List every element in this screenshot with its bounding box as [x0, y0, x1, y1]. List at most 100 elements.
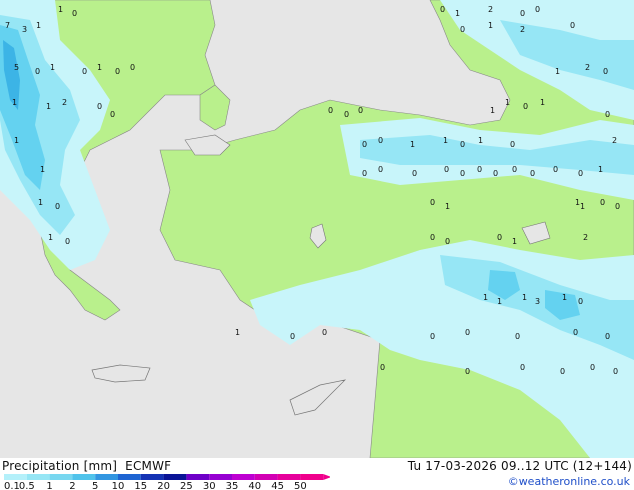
grid-value: 0 [603, 67, 608, 76]
grid-value: 1 [522, 293, 527, 302]
footer-bar: Precipitation [mm] ECMWF Tu 17-03-2026 09… [0, 458, 634, 490]
grid-value: 1 [235, 328, 240, 337]
grid-value: 2 [62, 98, 67, 107]
legend-tick-label: 20 [157, 481, 170, 490]
legend-swatch [72, 474, 96, 480]
grid-value: 1 [562, 293, 567, 302]
grid-value: 0 [460, 169, 465, 178]
grid-value: 2 [520, 25, 525, 34]
grid-value: 1 [46, 102, 51, 111]
grid-value: 0 [362, 169, 367, 178]
grid-value: 0 [130, 63, 135, 72]
grid-value: 1 [598, 165, 603, 174]
grid-value: 0 [605, 332, 610, 341]
model-label: ECMWF [125, 459, 172, 473]
grid-value: 0 [605, 110, 610, 119]
legend-tick-label: 15 [134, 481, 147, 490]
grid-value: 0 [55, 202, 60, 211]
grid-value: 1 [50, 63, 55, 72]
legend-tick-label: 5 [92, 481, 98, 490]
grid-value: 0 [530, 169, 535, 178]
grid-value: 0 [430, 198, 435, 207]
grid-value: 0 [600, 198, 605, 207]
grid-value: 0 [460, 140, 465, 149]
grid-value: 7 [5, 21, 10, 30]
grid-value: 1 [97, 63, 102, 72]
grid-value: 0 [115, 67, 120, 76]
grid-value: 1 [443, 136, 448, 145]
grid-value: 0 [412, 169, 417, 178]
grid-value: 1 [36, 21, 41, 30]
grid-value: 1 [12, 98, 17, 107]
grid-value: 0 [82, 67, 87, 76]
legend-swatch [209, 474, 232, 480]
legend-tick-label: 0.1 [4, 481, 20, 490]
grid-value: 1 [38, 198, 43, 207]
grid-value: 1 [490, 106, 495, 115]
map-canvas: 1 0 0 1 2 0 07 3 1 0 1 2 05 0 1 0 1 0 0 1 2 01 1 2 0 1 0 10 0 00 1 01 0 0… [0, 0, 634, 458]
grid-value: 1 [505, 98, 510, 107]
grid-value: 1 [455, 9, 460, 18]
grid-value: 1 [540, 98, 545, 107]
grid-value: 3 [535, 297, 540, 306]
grid-value: 0 [520, 363, 525, 372]
grid-value: 2 [585, 63, 590, 72]
grid-value: 1 [410, 140, 415, 149]
grid-value: 1 [497, 297, 502, 306]
grid-value: 0 [493, 169, 498, 178]
legend-swatch [232, 474, 255, 480]
grid-value: 3 [22, 25, 27, 34]
legend-swatch [26, 474, 50, 480]
legend-swatch [49, 474, 73, 480]
grid-value: 0 [465, 367, 470, 376]
legend-tick-label: 10 [112, 481, 125, 490]
grid-value: 0 [578, 297, 583, 306]
legend-swatch [95, 474, 118, 480]
grid-value: 1 [580, 202, 585, 211]
grid-value: 1 [478, 136, 483, 145]
legend-swatch [277, 474, 301, 480]
grid-value: 0 [535, 5, 540, 14]
grid-value: 1 [555, 67, 560, 76]
grid-value: 0 [362, 140, 367, 149]
grid-value: 0 [97, 102, 102, 111]
grid-value: 0 [512, 165, 517, 174]
legend-tick-label: 2 [69, 481, 75, 490]
grid-value: 1 [512, 237, 517, 246]
grid-value: 0 [322, 328, 327, 337]
color-scale-legend: 0.10.5 1 2 5 10 15 20 25 30 35 40 45 50 [4, 474, 330, 490]
grid-value: 0 [65, 237, 70, 246]
legend-tick-label: 50 [294, 481, 307, 490]
grid-value: 0 [515, 332, 520, 341]
legend-tick-label: 0.5 [19, 481, 35, 490]
grid-value: 0 [613, 367, 618, 376]
grid-value: 0 [560, 367, 565, 376]
legend-tick-label: 30 [203, 481, 216, 490]
valid-time: Tu 17-03-2026 09..12 UTC (12+144) [407, 459, 632, 473]
grid-value: 0 [570, 21, 575, 30]
grid-value: 0 [328, 106, 333, 115]
legend-tick-label: 25 [180, 481, 193, 490]
map-title: Precipitation [mm] ECMWF [2, 459, 171, 473]
credit-link[interactable]: ©weatheronline.co.uk [508, 475, 630, 488]
grid-value: 1 [48, 233, 53, 242]
grid-value: 1 [483, 293, 488, 302]
grid-value: 0 [290, 332, 295, 341]
grid-value: 0 [573, 328, 578, 337]
legend-tick-label: 35 [226, 481, 239, 490]
grid-value: 0 [615, 202, 620, 211]
grid-value: 0 [477, 165, 482, 174]
grid-value: 1 [488, 21, 493, 30]
legend-swatch [300, 474, 324, 480]
grid-value: 0 [378, 136, 383, 145]
grid-value: 0 [440, 5, 445, 14]
grid-value: 0 [358, 106, 363, 115]
legend-swatch [118, 474, 141, 480]
grid-value: 2 [488, 5, 493, 14]
grid-value: 1 [445, 202, 450, 211]
grid-value: 5 [14, 63, 19, 72]
grid-value: 1 [40, 165, 45, 174]
grid-value: 0 [578, 169, 583, 178]
legend-swatch [4, 474, 27, 480]
grid-value: 0 [72, 9, 77, 18]
